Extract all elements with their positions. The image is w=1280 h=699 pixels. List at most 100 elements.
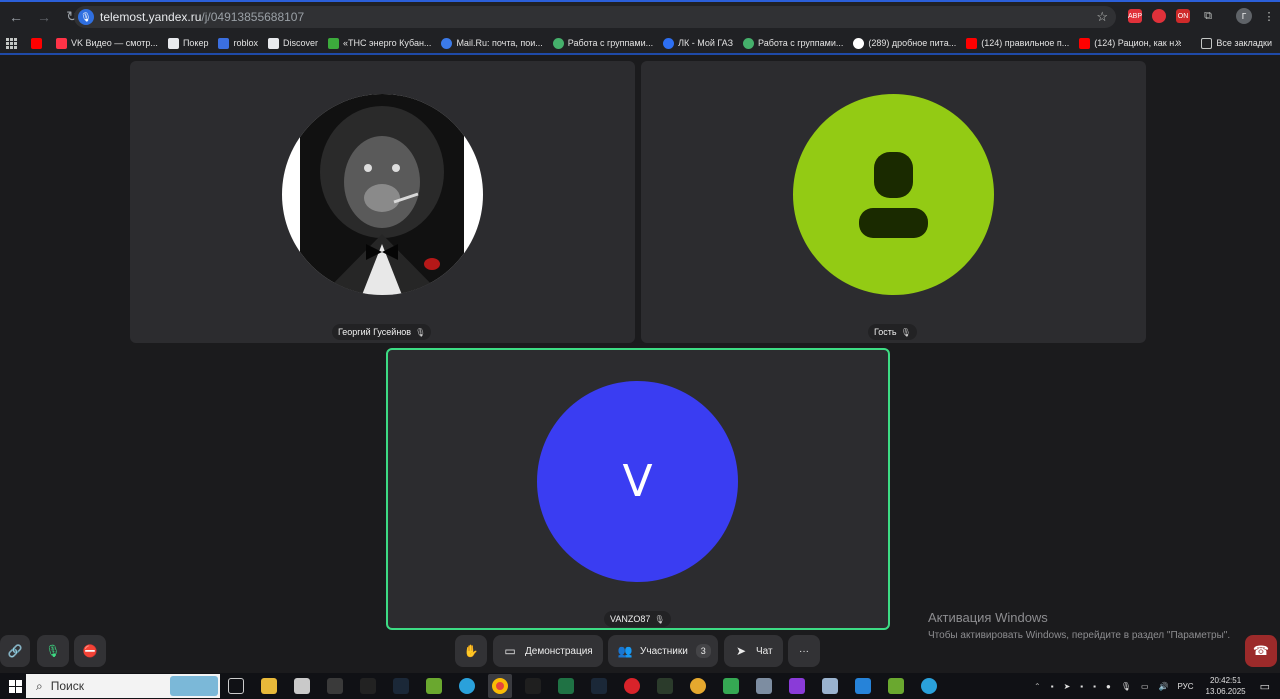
bookmark-item[interactable]: ЛК - Мой ГАЗ	[663, 37, 733, 49]
tray-app-icon[interactable]: ▪	[1080, 682, 1083, 691]
network-icon[interactable]: ▭	[1141, 682, 1149, 691]
app-icon[interactable]	[657, 678, 673, 694]
microphone-button[interactable]: 🎙	[37, 635, 69, 667]
task-view-icon[interactable]	[228, 678, 244, 694]
screen-share-button[interactable]: ▭ Демонстрация	[493, 635, 603, 667]
camera-button[interactable]: ⛔	[74, 635, 106, 667]
bookmark-item[interactable]: Mail.Ru: почта, пои...	[441, 37, 543, 49]
clock-date: 13.06.2025	[1205, 687, 1246, 696]
mic-site-icon[interactable]: 🎙	[78, 9, 94, 25]
tray-app-icon[interactable]: ●	[1106, 682, 1111, 691]
participant-tile[interactable]: Гость 🎙	[641, 61, 1146, 343]
app-icon[interactable]	[888, 678, 904, 694]
taskbar-clock[interactable]: 20:42:51 13.06.2025	[1206, 675, 1246, 697]
group-icon	[552, 37, 564, 49]
raise-hand-button[interactable]: ✋	[455, 635, 487, 667]
tray-chevron-icon[interactable]: ⌃	[1034, 682, 1041, 691]
hang-up-button[interactable]: ☎	[1245, 635, 1277, 667]
bookmark-item[interactable]: (289) дробное пита...	[853, 37, 956, 49]
file-explorer-icon[interactable]	[261, 678, 277, 694]
puzzle-icon[interactable]: ⧉	[1201, 9, 1215, 23]
bookmarks-bar: VK Видео — смотр... Покер roblox Discove…	[0, 33, 1280, 53]
people-icon: 👥	[617, 644, 633, 658]
discover-icon	[267, 37, 279, 49]
mic-icon: 🎙	[654, 614, 665, 624]
opera-icon[interactable]	[624, 678, 640, 694]
app-icon[interactable]	[723, 678, 739, 694]
participant-tile[interactable]: Георгий Гусейнов 🎙	[130, 61, 635, 343]
url-host: telemost.yandex.ru	[100, 10, 202, 24]
notifications-icon[interactable]: ▭	[1260, 680, 1270, 693]
participant-name-tag: Георгий Гусейнов 🎙	[332, 324, 432, 340]
folder-icon	[1201, 37, 1213, 49]
participant-name: Георгий Гусейнов	[338, 327, 412, 337]
app-icon[interactable]	[756, 678, 772, 694]
tray-telegram-icon[interactable]: ➤	[1064, 682, 1071, 691]
windows-activation-watermark: Активация Windows Чтобы активировать Win…	[928, 610, 1230, 641]
steam-icon[interactable]	[393, 678, 409, 694]
participants-button[interactable]: 👥 Участники 3	[608, 635, 718, 667]
vk-video-icon	[56, 37, 67, 49]
gear-icon[interactable]	[690, 678, 706, 694]
forward-icon[interactable]: →	[32, 5, 56, 29]
bookmark-item[interactable]: (124) правильное п...	[966, 37, 1069, 49]
tray-app-icon[interactable]: ▪	[1093, 682, 1096, 691]
taskbar-search-box[interactable]: ⌕ Поиск	[26, 674, 220, 698]
bookmarks-more-button[interactable]: »	[1175, 37, 1181, 49]
bookmark-item[interactable]: Discover	[267, 37, 318, 49]
tray-app-icon[interactable]: ▪	[1051, 682, 1054, 691]
screen-share-label: Демонстрация	[525, 645, 593, 657]
telegram-icon[interactable]	[921, 678, 937, 694]
ext-red-icon[interactable]: ON	[1176, 9, 1190, 23]
back-icon[interactable]: ←	[4, 5, 28, 29]
bookmark-item[interactable]: roblox	[218, 37, 258, 49]
language-indicator[interactable]: РУС	[1178, 682, 1194, 691]
participants-label: Участники	[640, 645, 688, 657]
mailru-icon	[441, 37, 453, 49]
windows-start-icon[interactable]	[4, 675, 26, 697]
bookmark-label: Discover	[282, 38, 318, 48]
bookmark-item[interactable]: Работа с группами...	[552, 37, 653, 49]
profile-avatar[interactable]: Г	[1236, 8, 1252, 24]
participant-name: VANZO87	[610, 614, 651, 624]
app-icon[interactable]	[327, 678, 343, 694]
lion-photo-icon	[300, 94, 464, 295]
bookmark-item[interactable]: Покер	[167, 37, 208, 49]
hand-icon: ✋	[463, 644, 479, 658]
avatar	[793, 94, 994, 295]
tray-mic-icon[interactable]: 🎙	[1121, 682, 1131, 691]
opera-ext-icon[interactable]	[1152, 9, 1166, 23]
bookmark-item[interactable]: (124) Рацион, как н...	[1079, 37, 1182, 49]
youtube-icon	[31, 37, 42, 49]
bookmark-item[interactable]: «ТНС энерго Кубан...	[328, 37, 431, 49]
chrome-icon[interactable]	[492, 678, 508, 694]
apps-grid-icon[interactable]	[6, 37, 17, 49]
calculator-icon[interactable]	[294, 678, 310, 694]
excel-icon[interactable]	[558, 678, 574, 694]
system-tray: ⌃ ▪ ➤ ▪ ▪ ● 🎙 ▭ 🔊 РУС 20:42:51 13.06.202…	[1029, 673, 1280, 699]
bookmark-item[interactable]: Работа с группами...	[743, 37, 843, 49]
watermark-title: Активация Windows	[928, 610, 1048, 625]
volume-icon[interactable]: 🔊	[1159, 682, 1169, 691]
app-icon[interactable]	[426, 678, 442, 694]
bookmark-item[interactable]	[31, 37, 46, 49]
bookmark-star-icon[interactable]: ☆	[1096, 9, 1108, 25]
more-options-button[interactable]: ···	[788, 635, 820, 667]
browser-menu-icon[interactable]: ⋮	[1262, 9, 1276, 23]
app-icon[interactable]	[789, 678, 805, 694]
window-accent-line	[0, 0, 1280, 2]
steam-icon[interactable]	[591, 678, 607, 694]
address-bar[interactable]: 🎙 telemost.yandex.ru/j/04913855688107 ☆	[74, 6, 1116, 28]
adblock-icon[interactable]: ABP	[1128, 9, 1142, 23]
bookmark-item[interactable]: VK Видео — смотр...	[56, 37, 158, 49]
chat-button[interactable]: ➤ Чат	[724, 635, 783, 667]
watermark-subtitle: Чтобы активировать Windows, перейдите в …	[928, 630, 1231, 641]
app-icon[interactable]	[855, 678, 871, 694]
telegram-icon[interactable]	[459, 678, 475, 694]
copy-link-button[interactable]: 🔗	[0, 635, 30, 667]
app-icon[interactable]	[822, 678, 838, 694]
app-icon[interactable]	[360, 678, 376, 694]
app-icon[interactable]	[525, 678, 541, 694]
all-bookmarks-link[interactable]: Все закладки	[1216, 38, 1272, 48]
active-speaker-tile[interactable]: V VANZO87 🎙	[386, 348, 890, 630]
